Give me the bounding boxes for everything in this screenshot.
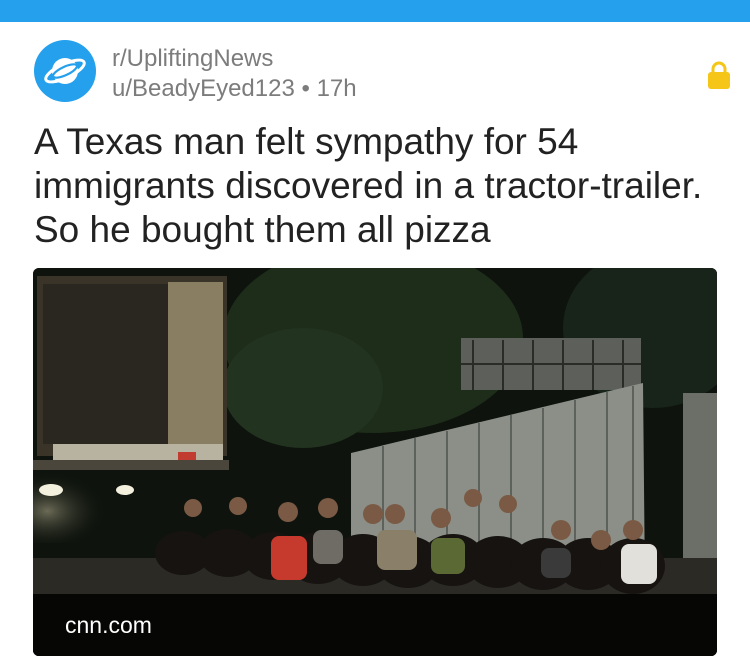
post-meta: r/UpliftingNews u/BeadyEyed123 • 17h	[112, 44, 357, 104]
author-name[interactable]: u/BeadyEyed123	[112, 75, 295, 102]
lock-icon	[708, 61, 730, 89]
reddit-planet-icon	[44, 58, 86, 84]
link-thumbnail[interactable]: cnn.com	[33, 268, 717, 656]
post-age: 17h	[316, 75, 357, 102]
meta-separator: •	[301, 75, 310, 102]
subreddit-name[interactable]: r/UpliftingNews	[112, 44, 357, 74]
status-bar	[0, 0, 750, 22]
post-header: r/UpliftingNews u/BeadyEyed123 • 17h	[0, 22, 750, 122]
subreddit-icon[interactable]	[34, 40, 96, 102]
link-domain: cnn.com	[65, 612, 152, 638]
post-title[interactable]: A Texas man felt sympathy for 54 immigra…	[34, 120, 724, 252]
byline: u/BeadyEyed123 • 17h	[112, 74, 357, 104]
link-domain-bar: cnn.com	[33, 594, 717, 656]
